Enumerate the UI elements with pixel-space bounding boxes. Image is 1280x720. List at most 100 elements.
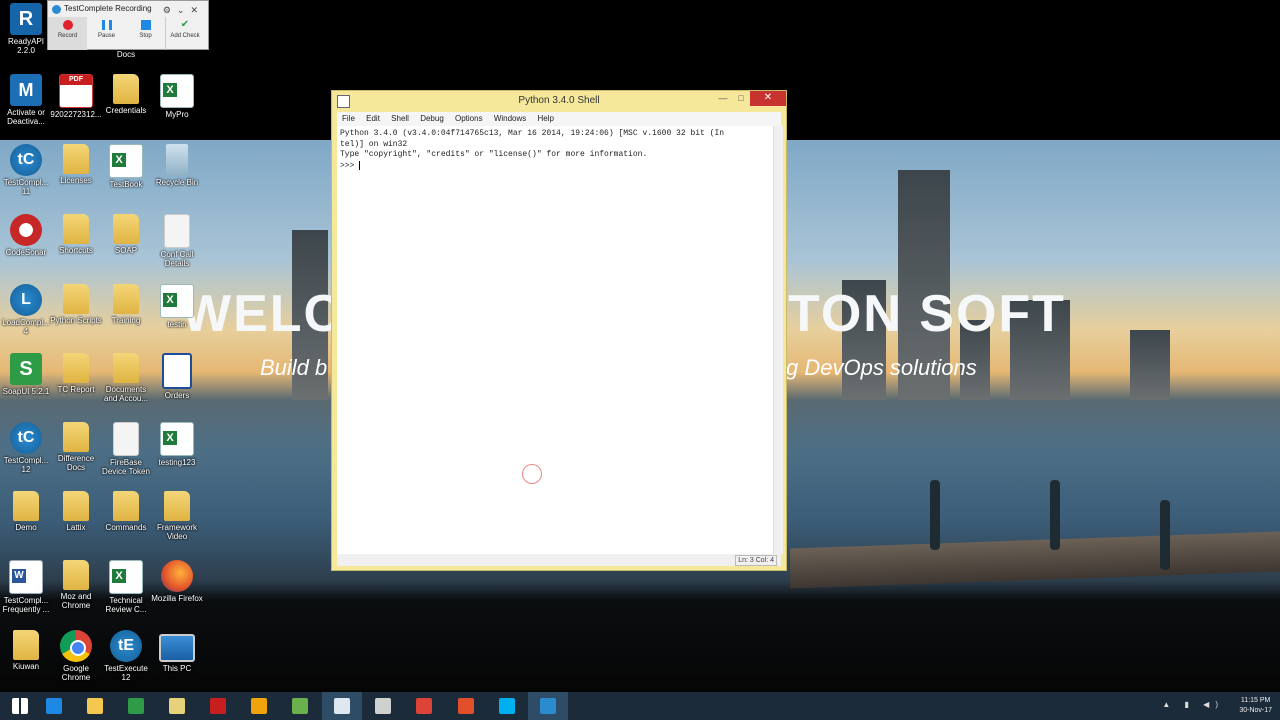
desktop-icon-commands[interactable]: Commands — [100, 491, 152, 532]
desktop-icon-label: TC Report — [57, 385, 95, 394]
desktop-icon-label: MyPro — [165, 110, 189, 119]
desktop-icon-testcomplete-12[interactable]: tC TestCompl... 12 — [0, 422, 52, 474]
desktop-icon-mypro[interactable]: MyPro — [151, 74, 203, 119]
chrome-taskbar-taskbar-button[interactable] — [404, 692, 444, 720]
desktop-icon-label: SOAP — [114, 246, 138, 255]
desktop-icon-firefox[interactable]: Mozilla Firefox — [151, 560, 203, 603]
desktop-icon-label: Recycle Bin — [155, 178, 199, 187]
gear-icon[interactable]: ⚙ — [163, 5, 177, 15]
desktop-icon-loadcomplete[interactable]: L LoadCompl... 4 — [0, 284, 52, 336]
desktop-icon-credentials[interactable]: Credentials — [100, 74, 152, 115]
desktop-icon-licenses[interactable]: Licenses — [50, 144, 102, 185]
chrome-icon — [60, 630, 92, 662]
outlook-taskbar-button[interactable] — [239, 692, 279, 720]
stop-button[interactable]: Stop — [126, 17, 165, 50]
desktop-icon-license-manager[interactable]: M Activate or Deactiva... — [0, 74, 52, 126]
desktop-icon-difference-docs[interactable]: Difference Docs — [50, 422, 102, 472]
loadcomplete-icon: L — [10, 284, 42, 316]
desktop-icon-documents[interactable]: Documents and Accou... — [100, 353, 152, 403]
record-button[interactable]: Record — [48, 17, 87, 50]
menu-file[interactable]: File — [342, 114, 355, 123]
close-icon[interactable]: ✕ — [190, 5, 204, 15]
pause-button[interactable]: Pause — [87, 17, 126, 50]
maximize-button[interactable]: □ — [732, 91, 750, 106]
desktop-icon-readyapi[interactable]: R ReadyAPI 2.2.0 — [0, 3, 52, 55]
minimize-button[interactable]: — — [714, 91, 732, 106]
desktop-icon-lattix[interactable]: Lattix — [50, 491, 102, 532]
desktop-icon-chrome[interactable]: Google Chrome — [50, 630, 102, 682]
desktop-icon-pdf[interactable]: 9202272312... — [50, 74, 102, 119]
folder-icon — [63, 214, 89, 244]
store-taskbar-button[interactable] — [116, 692, 156, 720]
pier-post — [1050, 480, 1060, 550]
desktop-icon-label: testin — [167, 320, 187, 329]
desktop-icon-demo[interactable]: Demo — [0, 491, 52, 532]
folder-shortcut-taskbar-button[interactable] — [157, 692, 197, 720]
desktop-icon-testin[interactable]: testin — [151, 284, 203, 329]
desktop-icon-label: Python Scripts — [50, 316, 102, 325]
menu-help[interactable]: Help — [538, 114, 554, 123]
desktop-icon-testing123[interactable]: testing123 — [151, 422, 203, 467]
system-tray[interactable]: ▲ ▮ ◀) — [1162, 700, 1224, 709]
idle-app-icon — [337, 95, 350, 108]
desktop-icon-recycle-bin[interactable]: Recycle Bin — [151, 144, 203, 187]
file-explorer-taskbar-button[interactable] — [75, 692, 115, 720]
desktop-icon-soapui[interactable]: S SoapUI 5.2.1 — [0, 353, 52, 396]
desktop-icon-training[interactable]: Training — [100, 284, 152, 325]
python-idle-taskbar-button[interactable] — [322, 692, 362, 720]
desktop-icon-framework-video[interactable]: Framework Video — [151, 491, 203, 541]
menu-edit[interactable]: Edit — [366, 114, 380, 123]
desktop-icon-tc-report[interactable]: TC Report — [50, 353, 102, 394]
vertical-scrollbar[interactable] — [773, 126, 783, 554]
desktop-icon-kiuwan[interactable]: Kiuwan — [0, 630, 52, 671]
desktop-icon-moz-chrome[interactable]: Moz and Chrome — [50, 560, 102, 610]
desktop-icon-label: ReadyAPI 2.2.0 — [7, 37, 45, 55]
folder-icon — [63, 144, 89, 174]
desktop-icon-codesonar[interactable]: CodeSonar — [0, 214, 52, 257]
menu-shell[interactable]: Shell — [391, 114, 409, 123]
internet-explorer-taskbar-button[interactable] — [34, 692, 74, 720]
testcomplete-taskbar-taskbar-button[interactable] — [528, 692, 568, 720]
close-button[interactable]: ✕ — [750, 91, 786, 106]
firefox-taskbar-taskbar-button[interactable] — [446, 692, 486, 720]
menu-debug[interactable]: Debug — [420, 114, 444, 123]
desktop-icon-python-scripts[interactable]: Python Scripts — [50, 284, 102, 325]
desktop-icon-testexecute[interactable]: tE TestExecute 12 — [100, 630, 152, 682]
skype-taskbar-button[interactable] — [487, 692, 527, 720]
recording-toolbar-title-bar[interactable]: TestComplete Recording ⚙⌄✕ — [48, 1, 208, 17]
acrobat-taskbar-button[interactable] — [198, 692, 238, 720]
android-studio-taskbar-button[interactable] — [280, 692, 320, 720]
desktop-icon-technical-review[interactable]: Technical Review C... — [100, 560, 152, 614]
store-icon — [128, 698, 144, 714]
desktop-icon-label: Mozilla Firefox — [151, 594, 203, 603]
desktop-icon-firebase-token[interactable]: FireBase Device Token — [100, 422, 152, 476]
record-button-label: Record — [57, 33, 78, 39]
folder-icon — [13, 491, 39, 521]
sniffer-taskbar-button[interactable] — [363, 692, 403, 720]
desktop-icon-soap[interactable]: SOAP — [100, 214, 152, 255]
desktop-icon-conf-call[interactable]: Conf Call Details — [151, 214, 203, 268]
menu-options[interactable]: Options — [455, 114, 483, 123]
menu-windows[interactable]: Windows — [494, 114, 526, 123]
desktop-icon-testcomplete-11[interactable]: tC TestCompl... 11 — [0, 144, 52, 196]
desktop-icon-testcomplete-faq[interactable]: TestCompl... Frequently ... — [0, 560, 52, 614]
clock[interactable]: 11:15 PM 30-Nov-17 — [1239, 696, 1272, 716]
folder-icon — [113, 74, 139, 104]
chevron-down-icon[interactable]: ⌄ — [177, 5, 191, 15]
desktop-icon-shortcuts[interactable]: Shortcuts — [50, 214, 102, 255]
menu-bar: File Edit Shell Debug Options Windows He… — [337, 112, 781, 126]
desktop-icon-label: 9202272312... — [50, 110, 102, 119]
window-title-bar[interactable]: Python 3.4.0 Shell — □ ✕ — [332, 91, 786, 111]
add-check-button[interactable]: ✔ Add Check — [165, 17, 204, 50]
excel-icon — [160, 284, 194, 318]
desktop-icon-this-pc[interactable]: This PC — [151, 630, 203, 673]
desktop-icon-label: Shortcuts — [59, 246, 93, 255]
start-icon — [12, 698, 28, 714]
desktop-icon-docs[interactable]: Docs — [100, 50, 152, 59]
desktop-icon-label: Activate or Deactiva... — [7, 108, 45, 126]
shell-prompt: >>> — [340, 161, 360, 171]
wallpaper-headline-right: TON SOFT — [788, 285, 1066, 343]
desktop-icon-testbook[interactable]: TestBook — [100, 144, 152, 189]
desktop-icon-orders[interactable]: Orders — [151, 353, 203, 400]
shell-text-area[interactable]: Python 3.4.0 (v3.4.0:04f714765c13, Mar 1… — [337, 126, 773, 554]
